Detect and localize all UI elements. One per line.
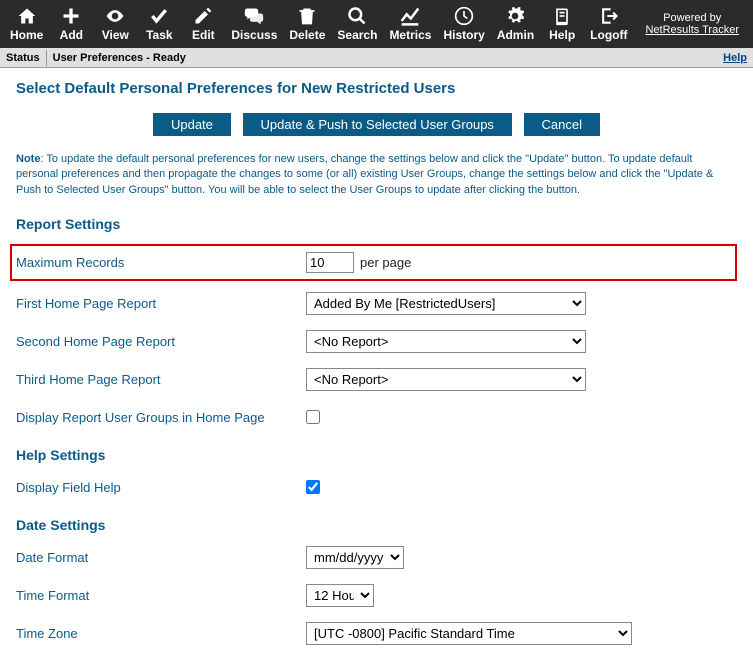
- report-settings-title: Report Settings: [16, 216, 737, 232]
- display-groups-checkbox[interactable]: [306, 410, 320, 424]
- trash-icon: [297, 6, 317, 26]
- main-toolbar: Home Add View Task Edit Discuss Delete S…: [0, 0, 753, 48]
- powered-by: Powered by NetResults Tracker: [645, 12, 749, 36]
- field-help-row: Display Field Help: [16, 475, 737, 499]
- note-text: Note: To update the default personal pre…: [16, 152, 737, 198]
- status-bar: Status User Preferences - Ready Help: [0, 48, 753, 68]
- field-help-label: Display Field Help: [16, 480, 306, 495]
- timezone-select[interactable]: [UTC -0800] Pacific Standard Time: [306, 622, 632, 645]
- search-icon: [346, 6, 368, 26]
- third-report-select[interactable]: <No Report>: [306, 368, 586, 391]
- second-report-select[interactable]: <No Report>: [306, 330, 586, 353]
- toolbar-metrics[interactable]: Metrics: [383, 4, 437, 44]
- status-label: Status: [0, 50, 47, 66]
- second-report-row: Second Home Page Report <No Report>: [16, 329, 737, 353]
- max-records-input[interactable]: [306, 252, 354, 273]
- check-icon: [148, 6, 170, 26]
- home-icon: [16, 6, 38, 26]
- clock-icon: [453, 6, 475, 26]
- date-format-select[interactable]: mm/dd/yyyy: [306, 546, 404, 569]
- toolbar-home[interactable]: Home: [4, 4, 49, 44]
- toolbar-history[interactable]: History: [437, 4, 490, 44]
- gear-icon: [504, 6, 526, 26]
- update-push-button[interactable]: Update & Push to Selected User Groups: [243, 113, 512, 136]
- per-page-suffix: per page: [360, 255, 411, 270]
- plus-icon: [60, 6, 82, 26]
- toolbar-help[interactable]: Help: [540, 4, 584, 44]
- time-format-label: Time Format: [16, 588, 306, 603]
- pencil-icon: [192, 6, 214, 26]
- date-settings-title: Date Settings: [16, 517, 737, 533]
- toolbar-add[interactable]: Add: [49, 4, 93, 44]
- date-format-row: Date Format mm/dd/yyyy: [16, 545, 737, 569]
- display-groups-row: Display Report User Groups in Home Page: [16, 405, 737, 429]
- second-report-label: Second Home Page Report: [16, 334, 306, 349]
- time-format-select[interactable]: 12 Hour: [306, 584, 374, 607]
- first-report-label: First Home Page Report: [16, 296, 306, 311]
- status-text: User Preferences - Ready: [47, 50, 724, 66]
- button-row: Update Update & Push to Selected User Gr…: [16, 113, 737, 136]
- field-help-checkbox[interactable]: [306, 480, 320, 494]
- help-settings-title: Help Settings: [16, 447, 737, 463]
- toolbar-search[interactable]: Search: [331, 4, 383, 44]
- time-format-row: Time Format 12 Hour: [16, 583, 737, 607]
- help-link[interactable]: Help: [723, 52, 753, 64]
- eye-icon: [103, 6, 127, 26]
- book-icon: [552, 6, 572, 26]
- date-format-label: Date Format: [16, 550, 306, 565]
- first-report-select[interactable]: Added By Me [RestrictedUsers]: [306, 292, 586, 315]
- update-button[interactable]: Update: [153, 113, 231, 136]
- page-title: Select Default Personal Preferences for …: [16, 80, 737, 97]
- max-records-label: Maximum Records: [16, 255, 306, 270]
- timezone-label: Time Zone: [16, 626, 306, 641]
- toolbar-logoff[interactable]: Logoff: [584, 4, 633, 44]
- max-records-row: Maximum Records per page: [10, 244, 737, 281]
- toolbar-view[interactable]: View: [93, 4, 137, 44]
- logoff-icon: [598, 6, 620, 26]
- cancel-button[interactable]: Cancel: [524, 113, 600, 136]
- content-scroll[interactable]: Select Default Personal Preferences for …: [0, 68, 753, 664]
- toolbar-delete[interactable]: Delete: [283, 4, 331, 44]
- display-groups-label: Display Report User Groups in Home Page: [16, 410, 306, 425]
- timezone-row: Time Zone [UTC -0800] Pacific Standard T…: [16, 621, 737, 645]
- powered-link[interactable]: NetResults Tracker: [645, 24, 739, 36]
- toolbar-task[interactable]: Task: [137, 4, 181, 44]
- first-report-row: First Home Page Report Added By Me [Rest…: [16, 291, 737, 315]
- third-report-row: Third Home Page Report <No Report>: [16, 367, 737, 391]
- toolbar-edit[interactable]: Edit: [181, 4, 225, 44]
- third-report-label: Third Home Page Report: [16, 372, 306, 387]
- metrics-icon: [398, 6, 422, 26]
- dst-row: Adjust to Daylight Saving Time (DST): [16, 659, 737, 664]
- discuss-icon: [242, 6, 266, 26]
- toolbar-discuss[interactable]: Discuss: [225, 4, 283, 44]
- toolbar-admin[interactable]: Admin: [491, 4, 540, 44]
